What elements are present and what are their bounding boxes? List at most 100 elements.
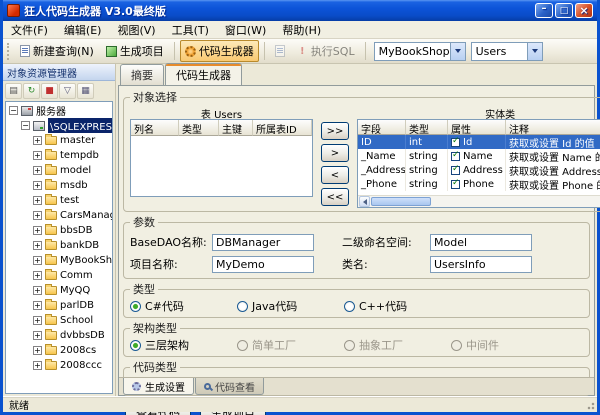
tree-item-database[interactable]: master bbox=[6, 133, 112, 148]
scrollbar-thumb[interactable] bbox=[371, 197, 431, 206]
database-combo[interactable]: MyBookShop bbox=[374, 42, 466, 61]
project-name-input[interactable] bbox=[212, 256, 314, 273]
checkbox-checked-icon[interactable] bbox=[451, 180, 460, 189]
menu-tools[interactable]: 工具(T) bbox=[164, 21, 217, 39]
chevron-down-icon[interactable] bbox=[450, 43, 465, 60]
expand-icon[interactable] bbox=[33, 271, 42, 280]
filter-icon[interactable]: ▽ bbox=[59, 83, 76, 99]
menu-view[interactable]: 视图(V) bbox=[109, 21, 163, 39]
entity-grid[interactable]: 字段 类型 属性 注释 ID int Id bbox=[357, 119, 600, 208]
collapse-icon[interactable] bbox=[21, 121, 30, 130]
radio-csharp[interactable]: C#代码 bbox=[130, 298, 237, 314]
app-body: 对象资源管理器 ▤ ↻ ■ ▽ ▦ 服务器 \SQLEXPRESS (数据库..… bbox=[3, 64, 597, 396]
expand-icon[interactable] bbox=[33, 286, 42, 295]
column-header[interactable]: 类型 bbox=[406, 120, 448, 135]
column-header[interactable]: 属性 bbox=[448, 120, 506, 135]
scroll-left-icon[interactable] bbox=[359, 196, 370, 207]
expand-icon[interactable] bbox=[33, 166, 42, 175]
column-header[interactable]: 主键 bbox=[219, 120, 253, 136]
menu-window[interactable]: 窗口(W) bbox=[217, 21, 274, 39]
radio-cpp[interactable]: C++代码 bbox=[344, 298, 451, 314]
toolbar-grip[interactable] bbox=[7, 43, 11, 60]
stop-icon[interactable]: ■ bbox=[41, 83, 58, 99]
expand-icon[interactable] bbox=[33, 181, 42, 190]
checkbox-checked-icon[interactable] bbox=[451, 152, 460, 161]
refresh-icon[interactable]: ↻ bbox=[23, 83, 40, 99]
resize-grip-icon[interactable] bbox=[585, 400, 595, 410]
close-button[interactable] bbox=[575, 3, 593, 18]
maximize-button[interactable] bbox=[555, 3, 573, 18]
table-row[interactable]: _Phone string Phone 获取或设置 Phone 的值 bbox=[358, 177, 600, 191]
checkbox-checked-icon[interactable] bbox=[451, 166, 460, 175]
menu-edit[interactable]: 编辑(E) bbox=[56, 21, 110, 39]
expand-icon[interactable] bbox=[33, 151, 42, 160]
radio-java[interactable]: Java代码 bbox=[237, 298, 344, 314]
column-header[interactable]: 所属表ID bbox=[253, 120, 312, 136]
expand-icon[interactable] bbox=[33, 316, 42, 325]
connect-icon[interactable]: ▤ bbox=[5, 83, 22, 99]
tree-item-database[interactable]: MyBookShop bbox=[6, 253, 112, 268]
tree-item-database[interactable]: 2008ccc bbox=[6, 358, 112, 373]
expand-icon[interactable] bbox=[33, 361, 42, 370]
expand-icon[interactable] bbox=[33, 256, 42, 265]
code-type-title: 代码类型 bbox=[130, 359, 180, 375]
expand-icon[interactable] bbox=[33, 226, 42, 235]
tree-item-database[interactable]: tempdb bbox=[6, 148, 112, 163]
column-header[interactable]: 类型 bbox=[179, 120, 219, 136]
expand-icon[interactable] bbox=[33, 196, 42, 205]
new-query-button[interactable]: 新建查询(N) bbox=[15, 40, 99, 62]
move-buttons: >> > < << bbox=[320, 106, 350, 206]
move-right-button[interactable]: > bbox=[321, 144, 349, 162]
tree-item-database[interactable]: Comm bbox=[6, 268, 112, 283]
expand-icon[interactable] bbox=[33, 211, 42, 220]
table-row[interactable]: _Name string Name 获取或设置 Name 的值 bbox=[358, 149, 600, 163]
tab-summary[interactable]: 摘要 bbox=[120, 64, 164, 85]
generate-project-button[interactable]: 生成项目 bbox=[101, 40, 169, 62]
radio-three-tier[interactable]: 三层架构 bbox=[130, 337, 237, 353]
architecture-type-group: 架构类型 三层架构 简单工厂 bbox=[123, 320, 590, 357]
basedao-input[interactable] bbox=[212, 234, 314, 251]
tab-code-generator[interactable]: 代码生成器 bbox=[165, 63, 242, 85]
move-all-left-button[interactable]: << bbox=[321, 188, 349, 206]
expand-icon[interactable] bbox=[33, 301, 42, 310]
expand-icon[interactable] bbox=[33, 241, 42, 250]
menu-help[interactable]: 帮助(H) bbox=[274, 21, 329, 39]
move-left-button[interactable]: < bbox=[321, 166, 349, 184]
tree-item-database[interactable]: 2008cs bbox=[6, 343, 112, 358]
tree-item-database[interactable]: parlDB bbox=[6, 298, 112, 313]
checkbox-checked-icon[interactable] bbox=[451, 138, 460, 147]
tree-item-database[interactable]: test bbox=[6, 193, 112, 208]
expand-icon[interactable] bbox=[33, 331, 42, 340]
move-all-right-button[interactable]: >> bbox=[321, 122, 349, 140]
code-generator-button[interactable]: 代码生成器 bbox=[180, 40, 259, 62]
expand-icon[interactable] bbox=[33, 346, 42, 355]
tree-item-server-instance[interactable]: \SQLEXPRESS (数据库... bbox=[6, 118, 112, 133]
tab-code-view[interactable]: 代码查看 bbox=[195, 378, 264, 395]
properties-icon[interactable]: ▦ bbox=[77, 83, 94, 99]
tree-item-database[interactable]: bbsDB bbox=[6, 223, 112, 238]
chevron-down-icon[interactable] bbox=[527, 43, 542, 60]
expand-icon[interactable] bbox=[33, 136, 42, 145]
source-columns-list[interactable]: 列名 类型 主键 所属表ID bbox=[130, 119, 313, 197]
column-header[interactable]: 注释 bbox=[506, 120, 600, 135]
table-row[interactable]: _Address string Address 获取或设置 Address 的值 bbox=[358, 163, 600, 177]
column-header[interactable]: 字段 bbox=[358, 120, 406, 135]
tree-item-servers[interactable]: 服务器 bbox=[6, 103, 112, 118]
collapse-icon[interactable] bbox=[9, 106, 18, 115]
horizontal-scrollbar[interactable] bbox=[358, 195, 600, 207]
tab-generation-settings[interactable]: 生成设置 bbox=[123, 378, 194, 395]
minimize-button[interactable] bbox=[535, 3, 553, 18]
tree-item-database[interactable]: msdb bbox=[6, 178, 112, 193]
column-header[interactable]: 列名 bbox=[131, 120, 179, 136]
menu-file[interactable]: 文件(F) bbox=[3, 21, 56, 39]
tree-item-database[interactable]: School bbox=[6, 313, 112, 328]
table-combo[interactable]: Users bbox=[471, 42, 543, 61]
namespace-input[interactable] bbox=[430, 234, 532, 251]
tree-item-database[interactable]: bankDB bbox=[6, 238, 112, 253]
tree-item-database[interactable]: model bbox=[6, 163, 112, 178]
class-name-input[interactable] bbox=[430, 256, 532, 273]
table-row[interactable]: ID int Id 获取或设置 Id 的值 bbox=[358, 135, 600, 149]
tree-item-database[interactable]: dvbbsDB bbox=[6, 328, 112, 343]
tree-item-database[interactable]: CarsManage bbox=[6, 208, 112, 223]
tree-item-database[interactable]: MyQQ bbox=[6, 283, 112, 298]
